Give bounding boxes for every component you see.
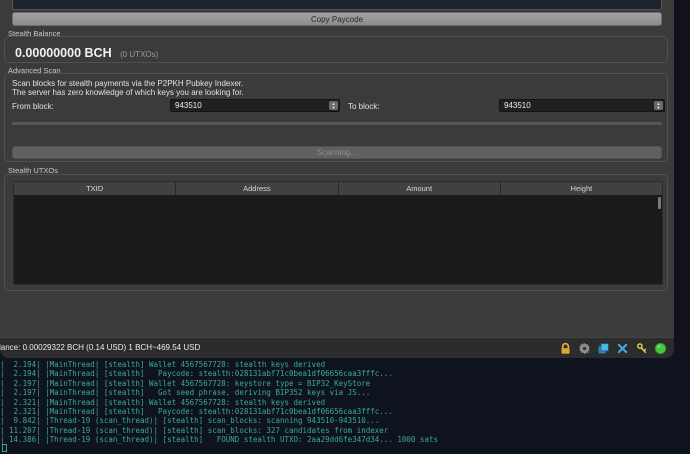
utxo-table-scrollbar[interactable] [658,197,661,209]
scan-button[interactable]: Scanning... [12,146,662,159]
console-cursor [2,444,7,452]
console-log-line: | 14.386| |Thread-19 (scan_thread)| [ste… [0,435,690,444]
column-header-amount[interactable]: Amount [339,182,501,195]
key-icon[interactable] [634,341,648,355]
network-status-light[interactable] [653,341,667,355]
stealth-balance-amount: 0.00000000 BCH [15,46,112,60]
status-bar: lance: 0.00029322 BCH (0.14 USD) 1 BCH~4… [0,337,674,358]
from-block-spinner[interactable]: ▲▼ [329,101,338,110]
stealth-utxos-table: TXID Address Amount Height [13,181,663,285]
to-block-spinbox[interactable]: 943510 ▲▼ [499,99,665,112]
column-header-txid[interactable]: TXID [14,182,176,195]
console-log-line: | 2.197| |MainThread| [stealth] Wallet 4… [0,379,690,388]
stealth-balance-utxo-count: (0 UTXOs) [120,50,158,59]
to-block-spinner[interactable]: ▲▼ [654,101,663,110]
to-block-value: 943510 [504,101,531,110]
preferences-gear-icon[interactable] [577,341,591,355]
console-log-line: | 9.842| |Thread-19 (scan_thread)| [stea… [0,416,690,425]
scan-progress-bar [12,122,662,125]
wallet-window: Copy Paycode Stealth Balance 0.00000000 … [0,0,674,358]
copy-paycode-button[interactable]: Copy Paycode [12,12,662,26]
console-log-line: | 11.207| |Thread-19 (scan_thread)| [ste… [0,426,690,435]
column-header-height[interactable]: Height [501,182,662,195]
utxo-table-header: TXID Address Amount Height [14,182,662,195]
stealth-balance-group: 0.00000000 BCH (0 UTXOs) [4,36,668,63]
console-log-line: | 2.321| |MainThread| [stealth] Wallet 4… [0,398,690,407]
console-log-line: | 2.321| |MainThread| [stealth] Paycode:… [0,407,690,416]
stealth-utxos-group: TXID Address Amount Height [4,174,668,291]
lock-icon[interactable] [558,341,572,355]
console-log-line: | 2.194| |MainThread| [stealth] Wallet 4… [0,360,690,369]
paycode-field[interactable] [12,0,662,10]
console-log-line: | 2.197| |MainThread| [stealth] Got seed… [0,388,690,397]
column-header-address[interactable]: Address [176,182,338,195]
to-block-label: To block: [348,102,380,111]
seed-icon[interactable] [596,341,610,355]
from-block-value: 943510 [175,101,202,110]
console-log: | 2.194| |MainThread| [stealth] Wallet 4… [0,358,690,454]
scan-description-line2: The server has zero knowledge of which k… [12,88,244,97]
advanced-scan-group: Scan blocks for stealth payments via the… [4,73,668,162]
tools-icon[interactable] [615,341,629,355]
scan-description-line1: Scan blocks for stealth payments via the… [12,79,243,88]
console-log-line: | 2.194| |MainThread| [stealth] Paycode:… [0,369,690,378]
from-block-spinbox[interactable]: 943510 ▲▼ [170,99,340,112]
from-block-label: From block: [12,102,54,111]
balance-status-text: lance: 0.00029322 BCH (0.14 USD) 1 BCH~4… [0,343,200,352]
